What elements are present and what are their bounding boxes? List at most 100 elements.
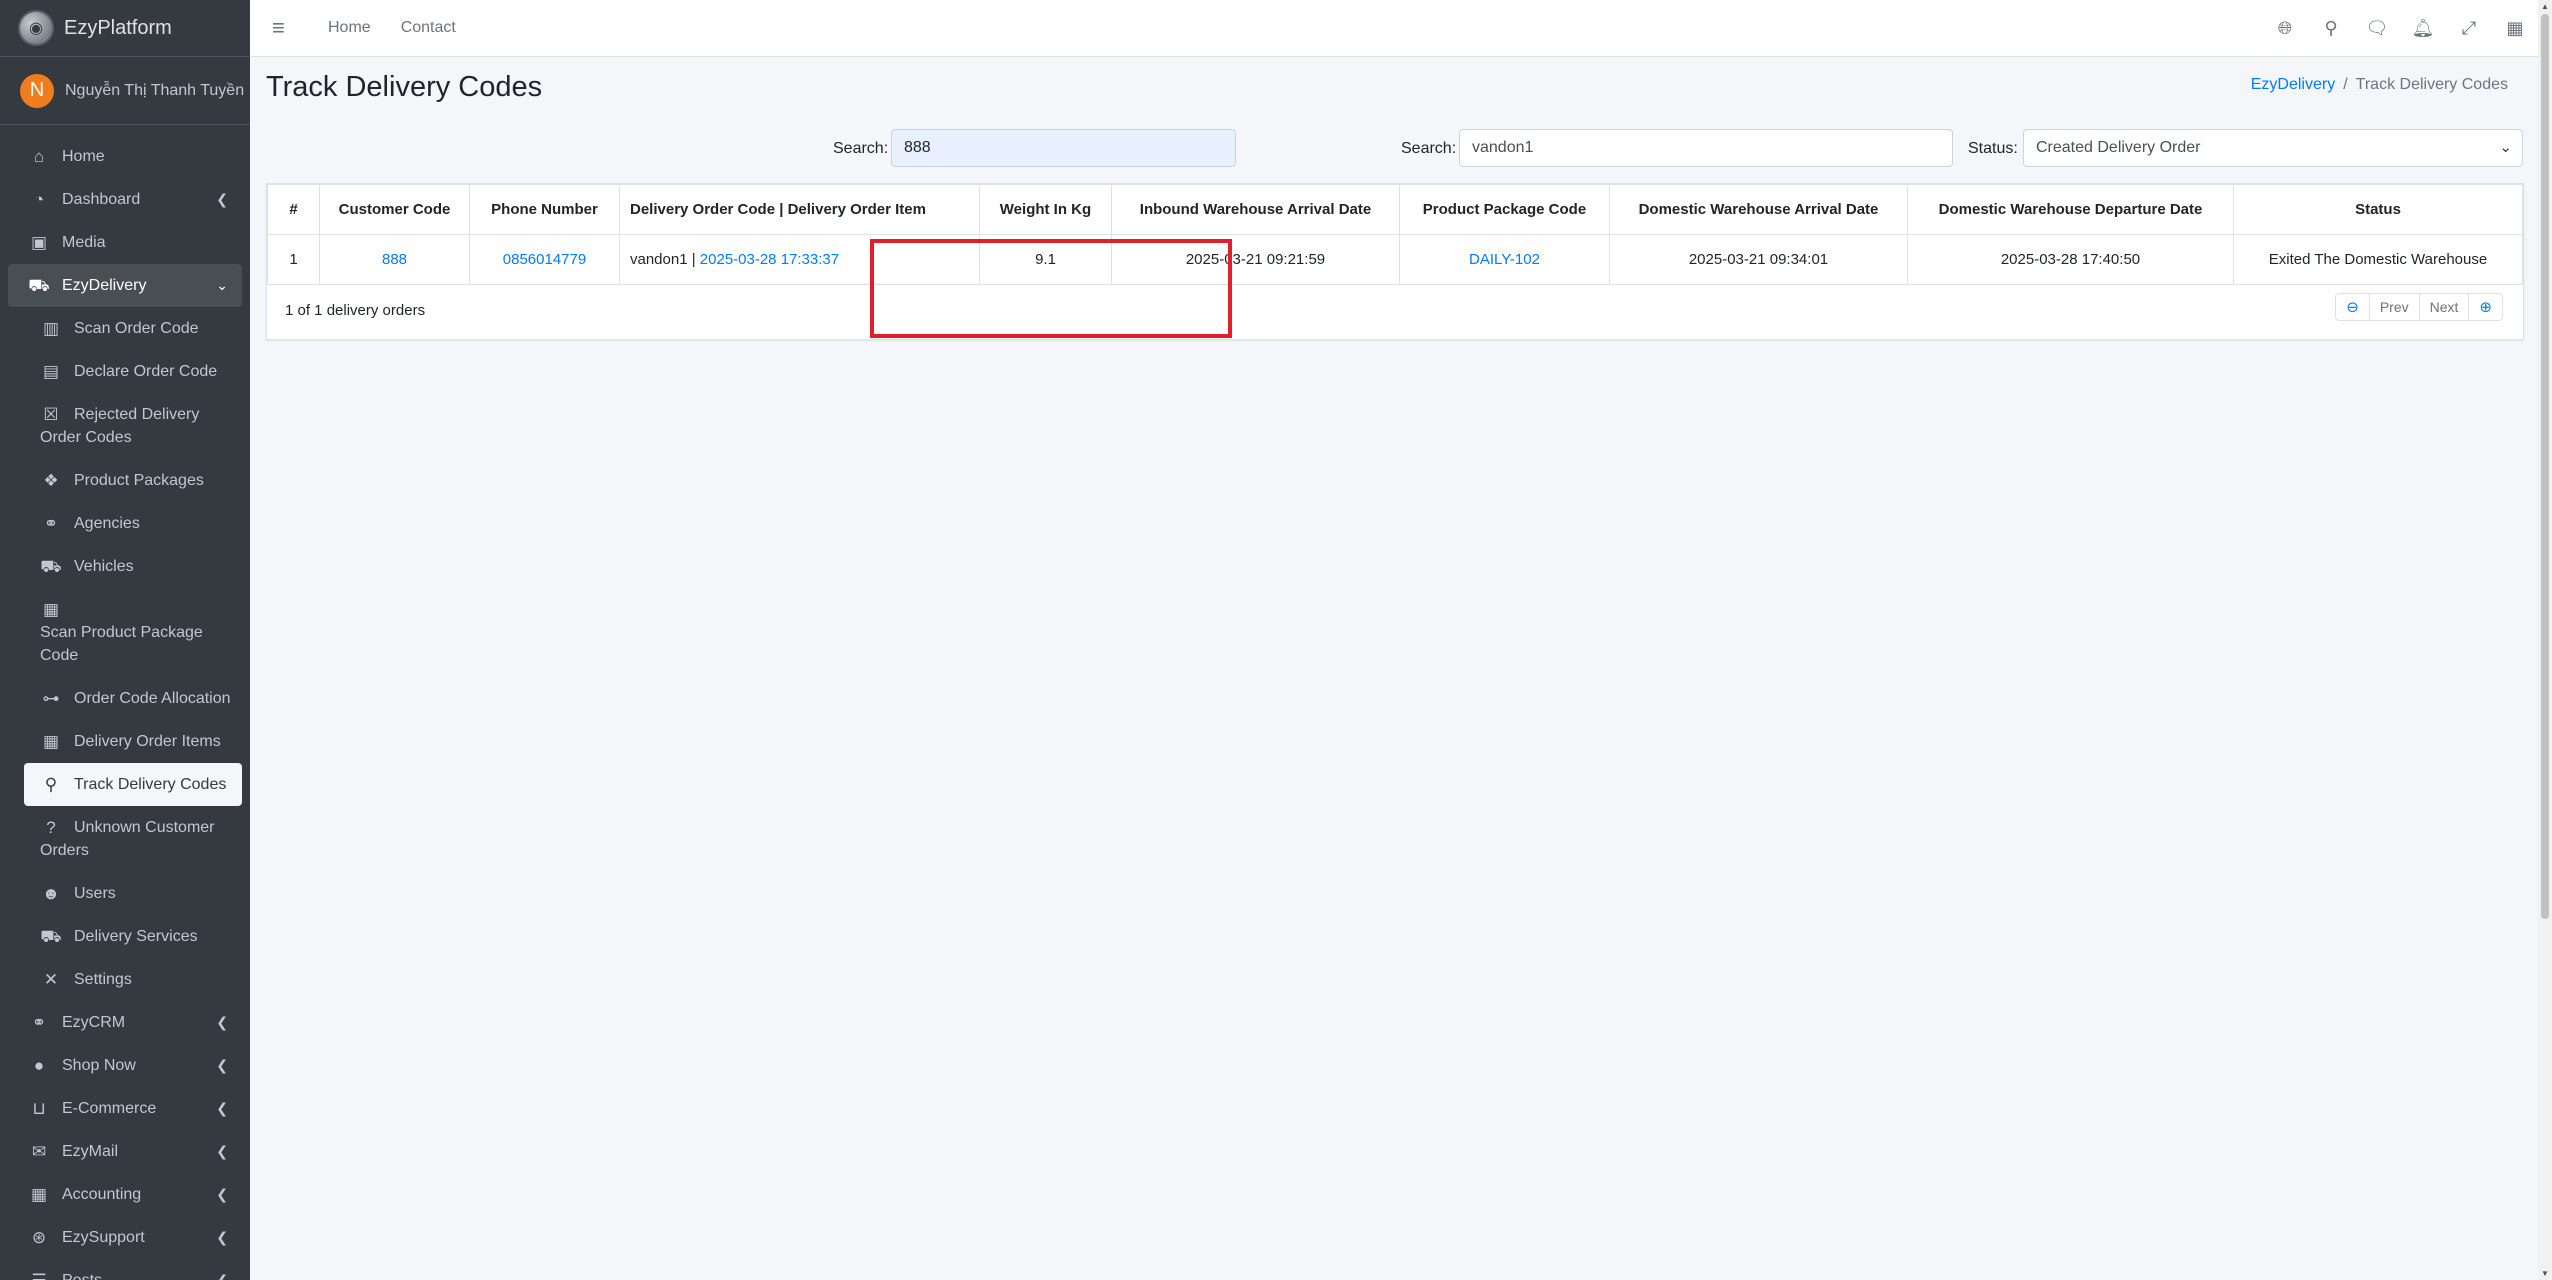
col-index[interactable]: # <box>267 184 320 235</box>
chevron-left-icon: ❮ <box>216 1186 228 1202</box>
sidebar-item-label: Delivery Services <box>74 928 198 945</box>
calculator-icon: ▦ <box>30 1185 48 1204</box>
sidebar-item-ezysupport[interactable]: ⊛ EzySupport ❮ <box>8 1216 242 1259</box>
breadcrumb-current: Track Delivery Codes <box>2355 76 2508 93</box>
cell-domestic-arrival: 2025-03-21 09:34:01 <box>1609 234 1908 285</box>
sidebar-item-settings[interactable]: ✕ Settings <box>8 958 242 1001</box>
col-status[interactable]: Status <box>2233 184 2523 235</box>
status-select-value: Created Delivery Order <box>2036 139 2201 156</box>
sidebar-item-track-delivery-codes[interactable]: ⚲ Track Delivery Codes <box>24 763 242 806</box>
order-code-text: vandon1 <box>630 251 688 268</box>
order-code-search-input[interactable]: vandon1 <box>1459 129 1953 167</box>
package-code-link[interactable]: DAILY-102 <box>1469 251 1540 268</box>
table-summary: 1 of 1 delivery orders <box>285 302 426 319</box>
col-phone-number[interactable]: Phone Number <box>469 184 620 235</box>
user-panel[interactable]: N Nguyễn Thị Thanh Tuyền <box>0 57 250 125</box>
apps-icon[interactable]: ▦ <box>2492 18 2538 39</box>
home-icon: ⌂ <box>33 147 45 166</box>
page-title: Track Delivery Codes <box>266 71 543 103</box>
prev-button[interactable]: Prev <box>2370 294 2420 320</box>
sidebar-item-vehicles[interactable]: ⛟ Vehicles <box>8 545 242 588</box>
cell-phone: 0856014779 <box>469 234 620 285</box>
last-page-icon[interactable]: ⊕ <box>2469 294 2502 320</box>
table-row: 1 888 0856014779 vandon1 | 2025-03-28 17… <box>267 234 2523 285</box>
customer-code-link[interactable]: 888 <box>382 251 407 268</box>
breadcrumb-ezydelivery[interactable]: EzyDelivery <box>2251 76 2335 93</box>
chevron-left-icon: ❮ <box>216 1100 228 1116</box>
question-icon: ? <box>46 818 56 837</box>
brand-link[interactable]: ◉ EzyPlatform <box>0 0 250 57</box>
image-icon: ▣ <box>30 233 48 252</box>
status-select[interactable]: Created Delivery Order ⌄ <box>2023 129 2523 167</box>
phone-link[interactable]: 0856014779 <box>503 251 586 268</box>
scroll-thumb[interactable] <box>2541 14 2549 919</box>
sidebar-item-posts[interactable]: ☰ Posts ❮ <box>8 1259 242 1280</box>
col-domestic-arrival[interactable]: Domestic Warehouse Arrival Date <box>1609 184 1908 235</box>
search-icon[interactable]: ⚲ <box>2308 18 2354 39</box>
sidebar-item-label: EzySupport <box>62 1229 145 1246</box>
sidebar-item-unknown-customer-orders[interactable]: ? Unknown Customer Orders <box>8 806 242 872</box>
chevron-down-icon: ⌄ <box>2499 139 2512 156</box>
page-scrollbar[interactable]: ▲ ▼ <box>2538 0 2552 1280</box>
sidebar-item-agencies[interactable]: ⚭ Agencies <box>8 502 242 545</box>
sidebar-item-shop-now[interactable]: ● Shop Now ❮ <box>8 1044 242 1087</box>
sidebar-item-delivery-order-items[interactable]: ▦ Delivery Order Items <box>8 720 242 763</box>
sidebar-item-accounting[interactable]: ▦ Accounting ❮ <box>8 1173 242 1216</box>
sidebar-item-declare-order-code[interactable]: ▤ Declare Order Code <box>8 350 242 393</box>
sidebar-item-label: Track Delivery Codes <box>74 776 227 793</box>
next-button[interactable]: Next <box>2420 294 2470 320</box>
col-customer-code[interactable]: Customer Code <box>319 184 470 235</box>
scroll-down-icon[interactable]: ▼ <box>2540 1269 2550 1278</box>
truck-icon: ⛟ <box>40 557 62 576</box>
expand-icon[interactable]: ⤢ <box>2446 18 2492 39</box>
top-link-home[interactable]: Home <box>328 19 371 37</box>
cell-package-code: DAILY-102 <box>1399 234 1610 285</box>
sidebar-item-scan-order-code[interactable]: ▥ Scan Order Code <box>8 307 242 350</box>
handshake-icon: ⚭ <box>43 514 59 533</box>
sidebar-item-label: Accounting <box>62 1186 142 1203</box>
chevron-left-icon: ❮ <box>216 1057 228 1073</box>
globe-icon[interactable]: 🌐︎ <box>2262 18 2308 39</box>
sidebar-item-scan-product-package-code[interactable]: ▦ Scan Product Package Code <box>8 588 242 677</box>
col-delivery-order-code[interactable]: Delivery Order Code | Delivery Order Ite… <box>619 184 980 235</box>
sidebar-item-rejected-delivery-order-codes[interactable]: ☒ Rejected Delivery Order Codes <box>8 393 242 459</box>
table-icon: ▦ <box>42 732 60 751</box>
basket-icon: ⊔ <box>32 1099 46 1118</box>
sidebar-item-label: Delivery Order Items <box>74 733 221 750</box>
cell-delivery-order: vandon1 | 2025-03-28 17:33:37 <box>619 234 980 285</box>
sidebar-item-ecommerce[interactable]: ⊔ E-Commerce ❮ <box>8 1087 242 1130</box>
pagination: ⊖ Prev Next ⊕ <box>2335 293 2503 321</box>
col-package-code[interactable]: Product Package Code <box>1399 184 1610 235</box>
order-item-link[interactable]: 2025-03-28 17:33:37 <box>700 251 839 268</box>
sidebar-item-product-packages[interactable]: ❖ Product Packages <box>8 459 242 502</box>
cell-status: Exited The Domestic Warehouse <box>2233 234 2523 285</box>
cell-weight: 9.1 <box>979 234 1112 285</box>
bell-icon[interactable]: 🔔︎ <box>2400 18 2446 39</box>
customer-search-input[interactable]: 888 <box>891 129 1236 167</box>
col-inbound-arrival[interactable]: Inbound Warehouse Arrival Date <box>1111 184 1400 235</box>
sidebar-item-order-code-allocation[interactable]: ⊶ Order Code Allocation <box>8 677 242 720</box>
sidebar-item-label: Unknown Customer <box>74 819 215 836</box>
chevron-left-icon: ❮ <box>216 1143 228 1159</box>
top-link-contact[interactable]: Contact <box>401 19 456 37</box>
sidebar-item-media[interactable]: ▣ Media <box>8 221 242 264</box>
comments-icon[interactable]: 🗨︎ <box>2354 18 2400 39</box>
col-domestic-departure[interactable]: Domestic Warehouse Departure Date <box>1907 184 2234 235</box>
col-weight[interactable]: Weight In Kg <box>979 184 1112 235</box>
sidebar-item-dashboard[interactable]: ◔ Dashboard ❮ <box>8 178 242 221</box>
sidebar-item-ezydelivery[interactable]: ⛟ EzyDelivery ⌄ <box>8 264 242 307</box>
sidebar-item-label: Shop Now <box>62 1057 136 1074</box>
sidebar-item-label-line2: Code <box>40 647 79 664</box>
scroll-up-icon[interactable]: ▲ <box>2540 2 2550 11</box>
file-icon: ▤ <box>42 362 60 381</box>
sidebar-item-ezymail[interactable]: ✉ EzyMail ❮ <box>8 1130 242 1173</box>
first-page-icon[interactable]: ⊖ <box>2336 294 2370 320</box>
sidebar-item-label: Agencies <box>74 515 140 532</box>
sidebar-item-ezycrm[interactable]: ⚭ EzyCRM ❮ <box>8 1001 242 1044</box>
cell-customer-code: 888 <box>319 234 470 285</box>
sidebar-item-users[interactable]: ☻ Users <box>8 872 242 915</box>
sidebar-subnav-ezydelivery: ▥ Scan Order Code ▤ Declare Order Code ☒… <box>0 307 250 1001</box>
menu-toggle-icon[interactable]: ≡ <box>272 15 296 41</box>
sidebar-item-home[interactable]: ⌂ Home <box>8 135 242 178</box>
sidebar-item-delivery-services[interactable]: ⛟ Delivery Services <box>8 915 242 958</box>
